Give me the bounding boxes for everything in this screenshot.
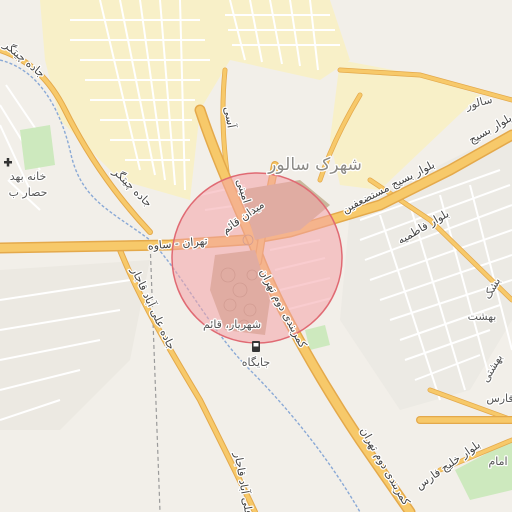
label-station: جایگاه bbox=[242, 356, 270, 369]
fuel-pump-icon bbox=[252, 341, 260, 352]
map-canvas[interactable]: شهرک سالور سالور بلوار بسیج بلوار بسیج م… bbox=[0, 0, 512, 512]
label-fars-right: فارس bbox=[486, 392, 512, 405]
map-view[interactable]: شهرک سالور سالور بلوار بسیج بلوار بسیج م… bbox=[0, 0, 512, 512]
label-shahrak-salur: شهرک سالور bbox=[267, 155, 362, 175]
label-emam: امام bbox=[488, 455, 507, 468]
label-behesht: بهشت bbox=[468, 310, 497, 323]
label-khaneh-behdasht: خانه بهد bbox=[10, 170, 47, 183]
label-shahriar-ghaem: شهریار، قائم bbox=[203, 318, 261, 331]
label-hesar-b: حصار ب bbox=[9, 186, 48, 199]
green-area-west bbox=[20, 125, 55, 170]
